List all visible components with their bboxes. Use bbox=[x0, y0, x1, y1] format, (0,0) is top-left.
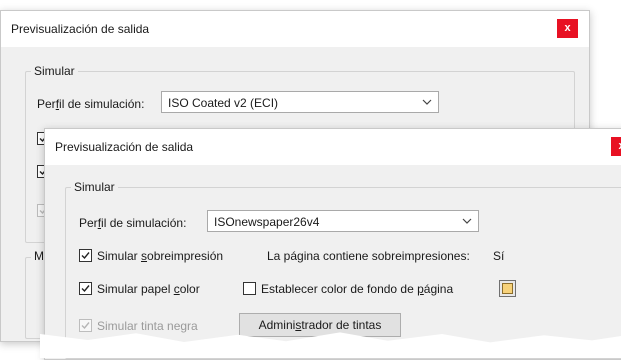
overprint-info-value: Sí bbox=[493, 249, 505, 263]
close-icon: x bbox=[564, 22, 571, 34]
back-profile-value: ISO Coated v2 (ECI) bbox=[168, 96, 279, 110]
simulate-overprint-checkbox[interactable] bbox=[79, 249, 92, 262]
front-dialog-title: Previsualización de salida bbox=[55, 140, 194, 154]
front-simulate-group-label: Simular bbox=[71, 180, 118, 194]
back-dialog-title: Previsualización de salida bbox=[11, 22, 150, 36]
back-dialog-close-button[interactable]: x bbox=[557, 19, 578, 38]
simulate-black-ink-label: Simular tinta negra bbox=[97, 319, 198, 333]
checkmark-icon bbox=[81, 252, 90, 260]
front-dialog-titlebar: Previsualización de salida x bbox=[45, 129, 621, 165]
simulate-black-ink-checkbox[interactable] bbox=[79, 319, 92, 332]
front-profile-label: Perfil de simulación: bbox=[79, 216, 187, 230]
overprint-info-label: La página contiene sobreimpresiones: bbox=[267, 249, 470, 263]
color-swatch-fill bbox=[502, 283, 513, 294]
simulate-overprint-label[interactable]: Simular sobreimpresión bbox=[97, 249, 223, 263]
front-profile-select[interactable]: ISOnewspaper26v4 bbox=[207, 210, 479, 232]
simulate-paper-color-checkbox[interactable] bbox=[79, 282, 92, 295]
chevron-down-icon bbox=[462, 218, 472, 224]
simulate-paper-color-label[interactable]: Simular papel color bbox=[97, 282, 200, 296]
checkmark-icon bbox=[81, 285, 90, 293]
back-dialog-titlebar: Previsualización de salida x bbox=[1, 11, 589, 47]
back-profile-select[interactable]: ISO Coated v2 (ECI) bbox=[161, 91, 439, 113]
checkmark-icon bbox=[81, 322, 90, 330]
back-profile-label: Perfil de simulación: bbox=[37, 97, 145, 111]
page-background-color-swatch[interactable] bbox=[499, 280, 516, 297]
page-background-checkbox[interactable] bbox=[243, 282, 256, 295]
front-dialog: Previsualización de salida x Simular Per… bbox=[44, 128, 621, 360]
page-background-label[interactable]: Establecer color de fondo de página bbox=[261, 282, 453, 296]
chevron-down-icon bbox=[422, 99, 432, 105]
front-dialog-close-button[interactable]: x bbox=[611, 137, 621, 156]
ink-manager-button[interactable]: Administrador de tintas bbox=[239, 313, 401, 337]
back-simulate-group-label: Simular bbox=[31, 64, 78, 78]
front-profile-value: ISOnewspaper26v4 bbox=[214, 215, 320, 229]
